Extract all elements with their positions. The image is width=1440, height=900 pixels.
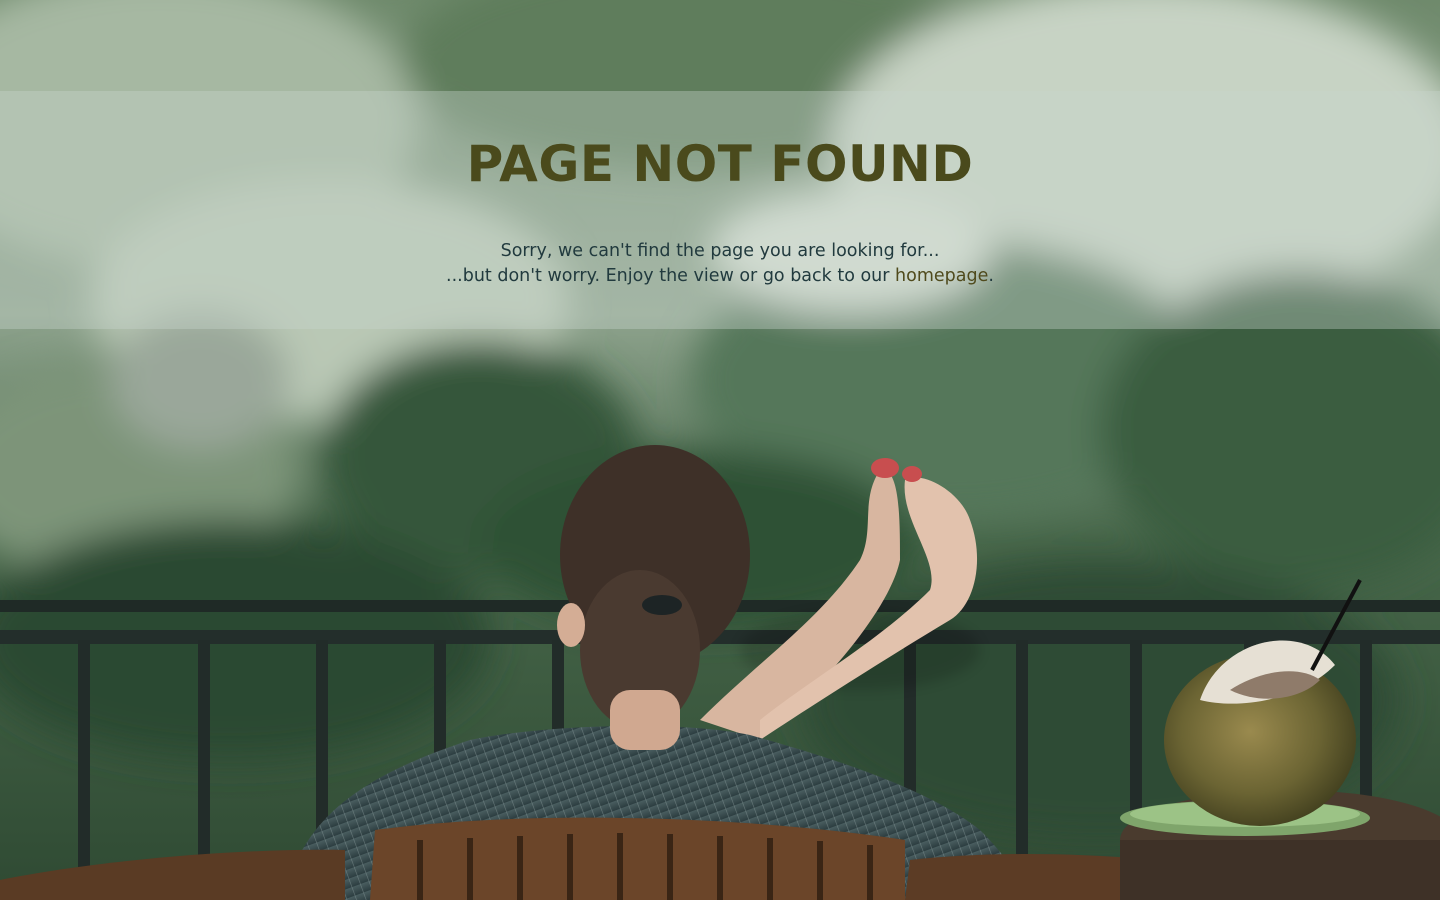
error-404-page: PAGE NOT FOUND Sorry, we can't find the … (0, 0, 1440, 900)
error-message-line-1: Sorry, we can't find the page you are lo… (500, 241, 940, 261)
error-message-line-2-prefix: ...but don't worry. Enjoy the view or go… (446, 266, 896, 286)
homepage-link[interactable]: homepage (895, 266, 988, 286)
error-message-line-2-suffix: . (988, 266, 994, 286)
error-message: Sorry, we can't find the page you are lo… (0, 239, 1440, 289)
message-banner (0, 91, 1440, 329)
page-title: PAGE NOT FOUND (466, 135, 974, 193)
